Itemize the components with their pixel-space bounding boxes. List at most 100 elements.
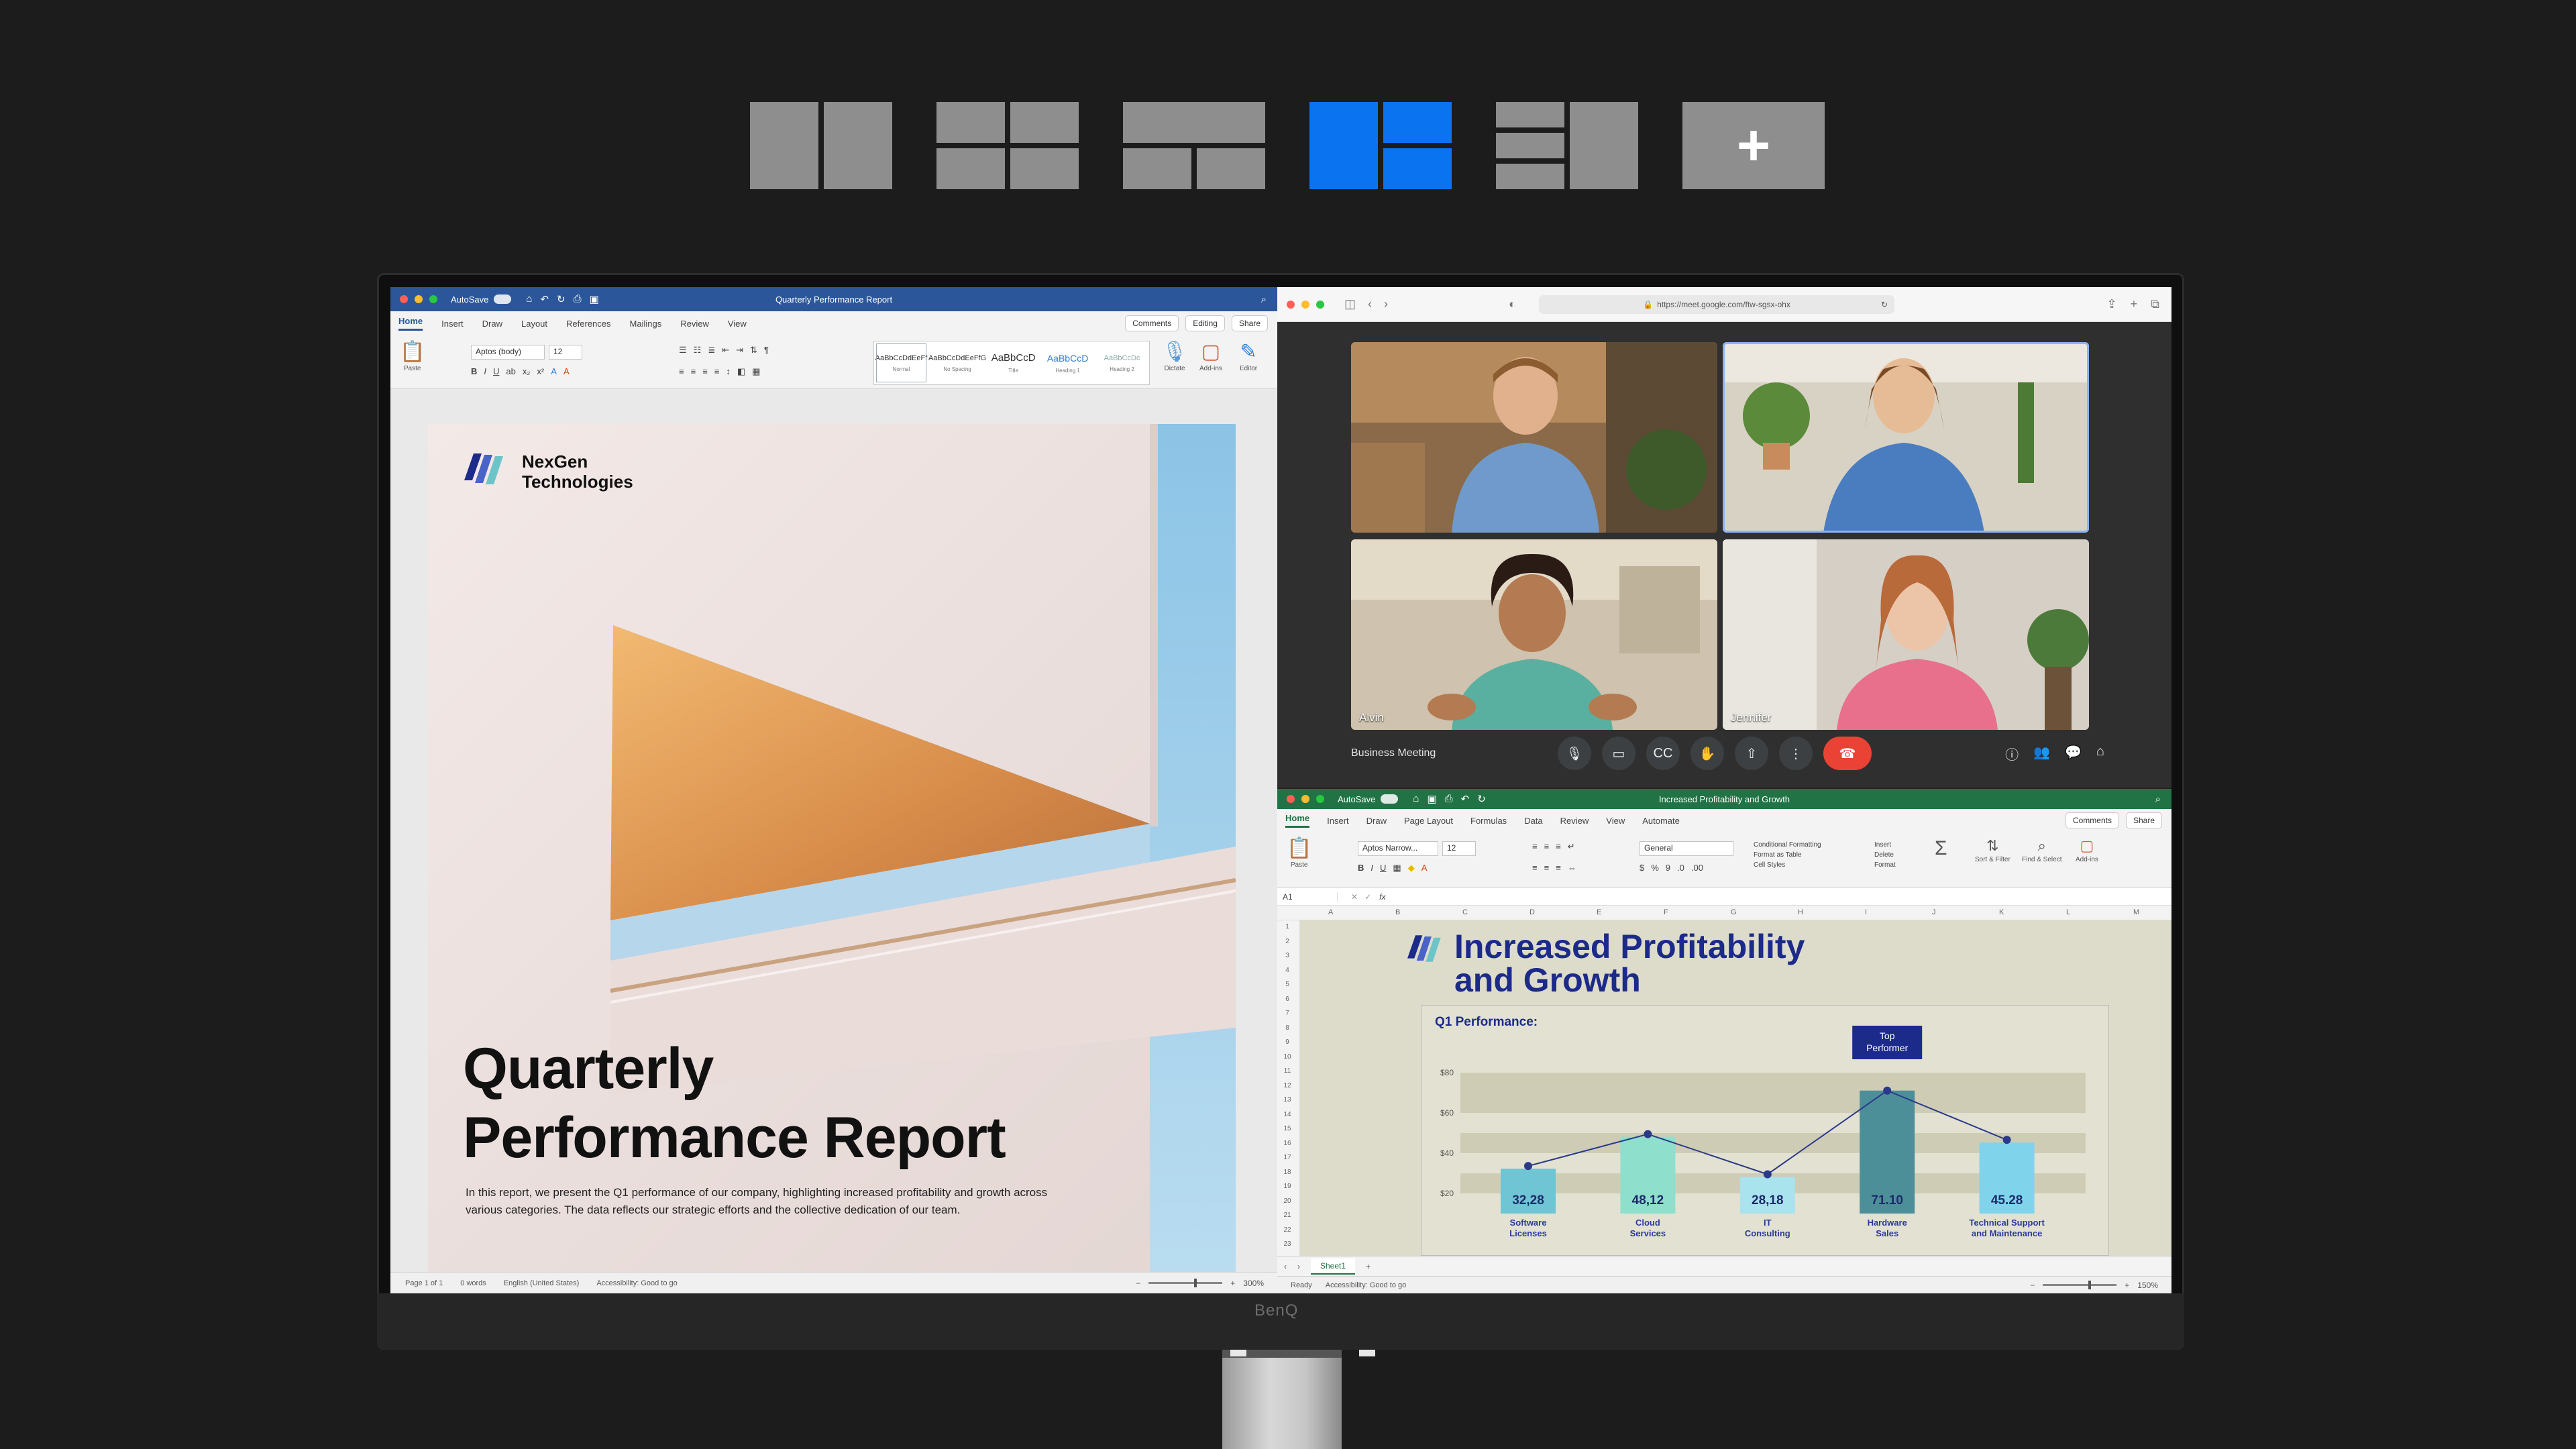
tab-view[interactable]: View [1606,816,1625,826]
row-header[interactable]: 13 [1277,1096,1297,1104]
comments-button[interactable]: Comments [1125,315,1179,331]
decrease-indent-icon[interactable]: ⇤ [722,345,729,356]
zoom-slider[interactable] [1148,1279,1223,1287]
undo-icon[interactable]: ↶ [540,293,549,305]
document-page[interactable]: NexGen Technologies Quarterly Performanc… [428,424,1236,1272]
raise-hand-icon[interactable]: ✋ [1690,737,1724,770]
row-header[interactable]: 8 [1277,1024,1297,1032]
align-left-icon[interactable]: ≡ [679,366,684,377]
row-header[interactable]: 5 [1277,981,1297,988]
row-header[interactable]: 12 [1277,1082,1297,1089]
home-icon[interactable]: ⌂ [1413,793,1419,805]
row-header[interactable]: 10 [1277,1053,1297,1061]
number-format-select[interactable]: General [1640,841,1733,856]
row-header[interactable]: 20 [1277,1197,1297,1205]
stand-button-left[interactable] [1230,1350,1246,1356]
zoom-out-button[interactable]: − [2030,1281,2035,1290]
cell-styles-button[interactable]: Cell Styles [1754,861,1821,869]
comments-button[interactable]: Comments [2065,812,2119,828]
align-top-icon[interactable]: ≡ [1532,841,1538,852]
column-header[interactable]: D [1529,908,1535,916]
zoom-slider[interactable] [2043,1281,2117,1289]
layout-option-three-left-one-right[interactable] [1496,102,1638,189]
zoom-out-button[interactable]: − [1136,1279,1140,1288]
column-header[interactable]: K [1999,908,2004,916]
tab-draw[interactable]: Draw [1366,816,1387,826]
activities-icon[interactable]: ⌂ [2096,744,2104,763]
tab-automate[interactable]: Automate [1642,816,1680,826]
language-status[interactable]: English (United States) [504,1279,580,1287]
row-header[interactable]: 4 [1277,967,1297,974]
comma-icon[interactable]: 9 [1666,863,1670,873]
autosave-toggle[interactable] [1381,794,1399,804]
chat-icon[interactable]: 💬 [2065,744,2082,763]
column-header[interactable]: J [1932,908,1936,916]
hang-up-button[interactable]: ☎ [1823,737,1872,770]
font-size-select[interactable]: 12 [549,345,582,360]
row-header[interactable]: 1 [1277,923,1297,930]
italic-icon[interactable]: I [1371,863,1373,873]
bold-icon[interactable]: B [471,366,477,376]
conditional-formatting-button[interactable]: Conditional Formatting [1754,841,1821,849]
people-icon[interactable]: 👥 [2033,744,2050,763]
zoom-window-button[interactable] [1316,300,1324,309]
paste-button[interactable]: 📋 Paste [400,342,425,373]
row-header[interactable]: 21 [1277,1212,1297,1219]
justify-icon[interactable]: ≡ [714,366,720,377]
row-header[interactable]: 6 [1277,996,1297,1003]
tab-mailings[interactable]: Mailings [630,319,662,329]
row-header[interactable]: 17 [1277,1154,1297,1161]
font-name-select[interactable]: Aptos (body) [471,345,545,360]
tab-formulas[interactable]: Formulas [1470,816,1507,826]
align-right-icon[interactable]: ≡ [1556,863,1561,873]
style-normal[interactable]: AaBbCcDdEeFf Normal [874,341,928,384]
captions-icon[interactable]: CC [1646,737,1680,770]
sidebar-icon[interactable]: ◫ [1344,297,1356,311]
row-header[interactable]: 16 [1277,1140,1297,1147]
confirm-icon[interactable]: ✓ [1364,892,1371,902]
row-header[interactable]: 3 [1277,952,1297,959]
zoom-window-button[interactable] [429,295,437,303]
print-icon[interactable]: ⎙ [574,293,582,305]
text-effects-icon[interactable]: A [551,366,557,376]
forward-icon[interactable]: › [1384,297,1388,311]
minimize-window-button[interactable] [1301,300,1309,309]
worksheet-grid[interactable]: Increased Profitability and Growth Q1 Pe… [1300,920,2171,1256]
accessibility-status[interactable]: Accessibility: Good to go [596,1279,677,1287]
row-header[interactable]: 22 [1277,1226,1297,1234]
tab-insert[interactable]: Insert [441,319,464,329]
fill-color-icon[interactable]: ◆ [1408,863,1415,873]
align-middle-icon[interactable]: ≡ [1544,841,1550,852]
column-header[interactable]: B [1395,908,1400,916]
sheet-tab[interactable]: Sheet1 [1311,1258,1356,1275]
decrease-decimal-icon[interactable]: .00 [1691,863,1703,873]
privacy-shield-icon[interactable]: ◐ [1509,297,1516,311]
column-header[interactable]: A [1328,908,1333,916]
redo-icon[interactable]: ↻ [1477,793,1486,805]
format-cells-button[interactable]: Format [1874,861,1896,869]
close-window-button[interactable] [400,295,408,303]
zoom-in-button[interactable]: + [1230,1279,1235,1288]
align-left-icon[interactable]: ≡ [1532,863,1538,873]
search-icon[interactable]: ⌕ [2155,794,2161,805]
font-size-select[interactable]: 12 [1442,841,1476,856]
tab-review[interactable]: Review [680,319,709,329]
row-header[interactable]: 19 [1277,1183,1297,1190]
save-icon[interactable]: ▣ [590,293,599,305]
save-icon[interactable]: ▣ [1427,793,1436,805]
multilevel-icon[interactable]: ≣ [708,345,715,356]
tab-overview-icon[interactable]: ⧉ [2151,297,2159,311]
column-header[interactable]: I [1865,908,1867,916]
next-sheet-icon[interactable]: › [1297,1262,1300,1271]
back-icon[interactable]: ‹ [1368,297,1372,311]
cancel-icon[interactable]: ✕ [1351,892,1358,902]
bold-icon[interactable]: B [1358,863,1364,873]
row-header[interactable]: 2 [1277,938,1297,945]
share-button[interactable]: Share [1231,315,1268,331]
percent-icon[interactable]: % [1651,863,1659,873]
pilcrow-icon[interactable]: ¶ [764,345,769,356]
format-as-table-button[interactable]: Format as Table [1754,851,1821,859]
layout-option-add-layout[interactable]: + [1682,102,1825,189]
addins-button[interactable]: ▢ Add-ins [1199,342,1222,373]
close-window-button[interactable] [1287,300,1295,309]
